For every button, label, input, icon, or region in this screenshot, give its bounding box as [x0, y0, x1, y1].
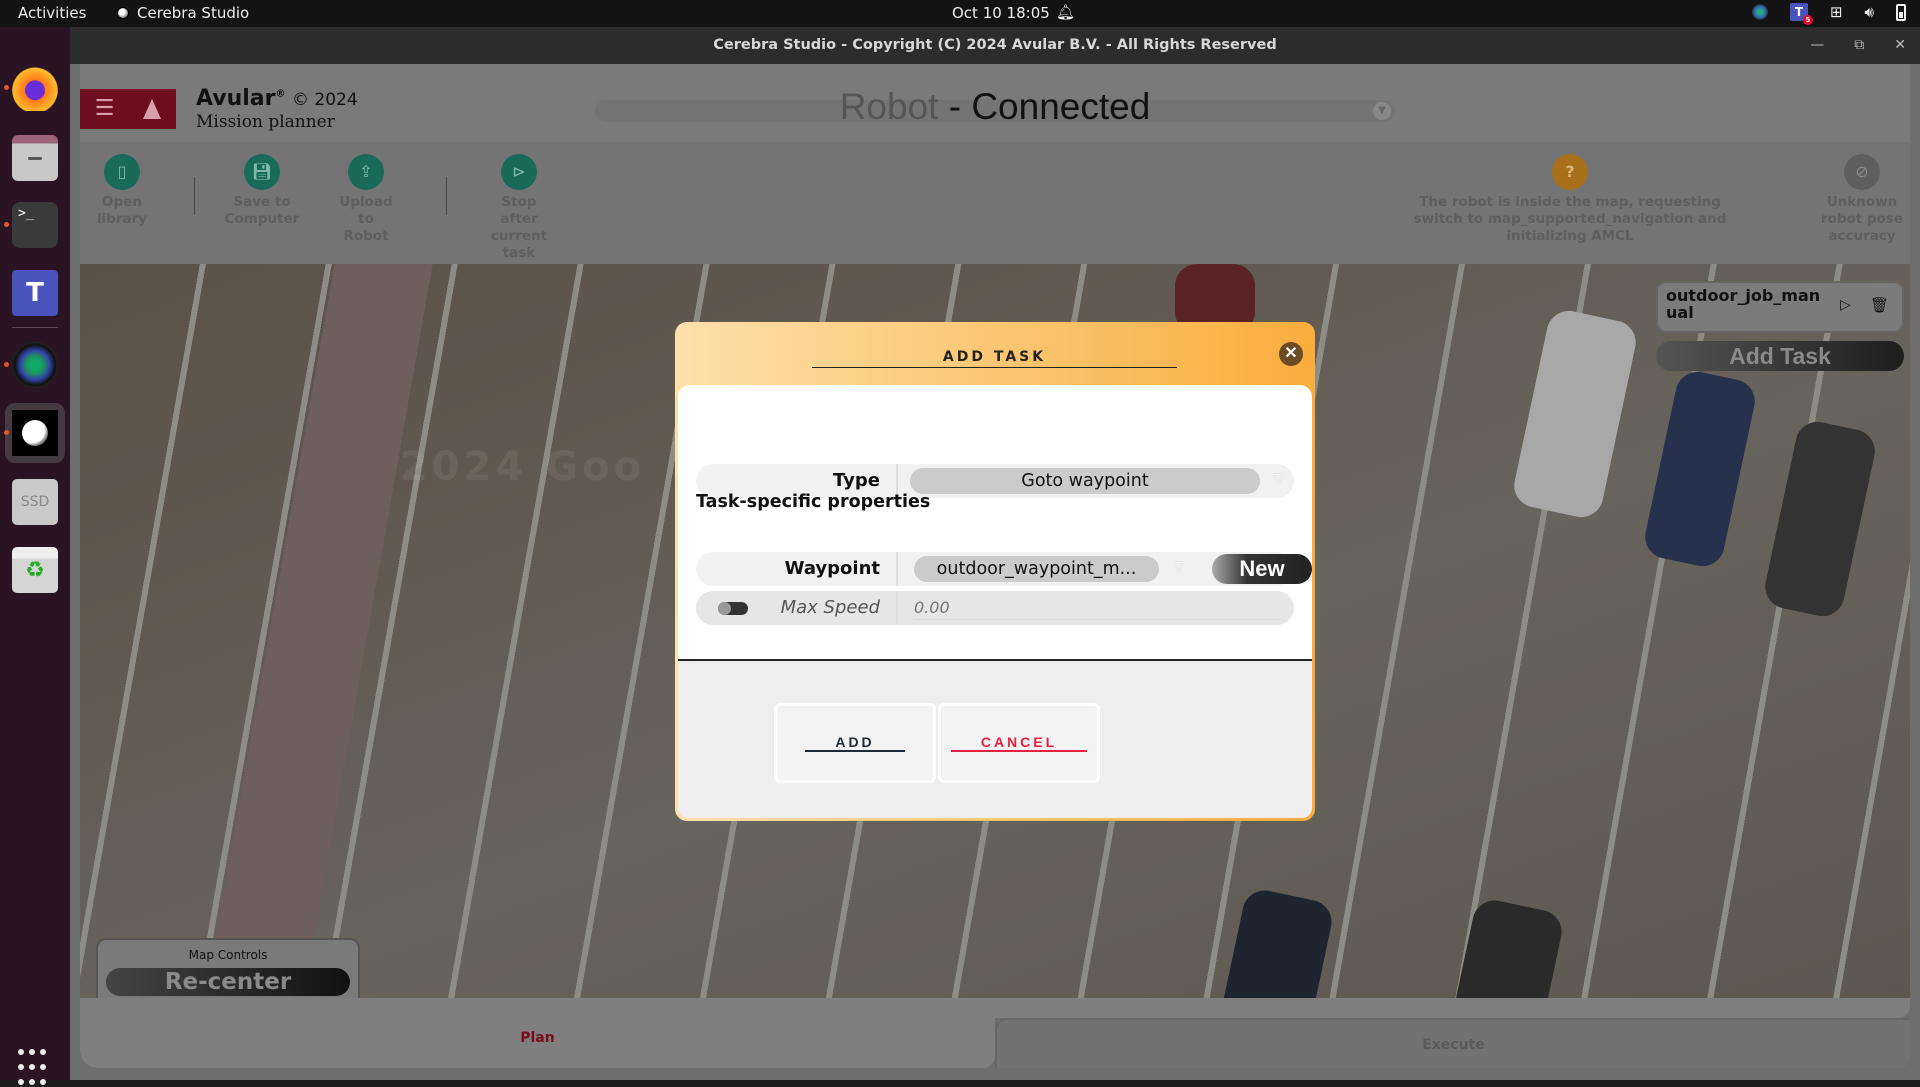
add-button[interactable]: ADD: [774, 703, 936, 783]
recenter-button[interactable]: Re-center: [106, 968, 350, 996]
cancel-button[interactable]: CANCEL: [938, 703, 1100, 783]
dock-trash-icon[interactable]: ♻: [12, 547, 58, 593]
dialog-footer: ADD CANCEL: [678, 659, 1312, 818]
minimize-icon[interactable]: —: [1810, 27, 1824, 64]
app-header: ☰ Avular® © 2024 Mission planner ▼ Robot…: [80, 64, 1910, 142]
dock-files-icon[interactable]: [12, 135, 58, 181]
play-icon[interactable]: ▷: [1840, 297, 1851, 313]
book-icon: ▯: [104, 154, 140, 190]
robot-label: Robot: [839, 86, 939, 127]
dock: >_ T SSD ♻: [0, 27, 70, 1085]
running-indicator: [4, 222, 9, 227]
dock-ssd-drive-icon[interactable]: SSD: [12, 479, 58, 525]
mode-tabs: Plan Execute: [80, 998, 1910, 1068]
save-to-computer-button[interactable]: 💾︎ Save to Computer: [202, 154, 322, 228]
close-icon[interactable]: ✕: [1279, 342, 1303, 366]
toolbar: ▯ Open library 💾︎ Save to Computer ⇪ Upl…: [80, 142, 1910, 264]
dock-cerebra-studio-icon[interactable]: [4, 410, 58, 456]
cerebra-app-icon: [117, 7, 129, 19]
question-mark-icon: ?: [1552, 154, 1588, 190]
navigation-status: ? The robot is inside the map, requestin…: [1410, 154, 1730, 245]
car: [1444, 896, 1566, 998]
tab-plan[interactable]: Plan: [80, 998, 995, 1068]
robot-connection-title: Robot - Connected: [80, 86, 1910, 128]
tab-execute[interactable]: Execute: [995, 1018, 1910, 1068]
upload-to-robot-button[interactable]: ⇪ Upload to Robot: [306, 154, 426, 245]
add-task-button[interactable]: Add Task: [1656, 341, 1904, 371]
notification-bell-icon[interactable]: 🔔︎: [1056, 3, 1075, 21]
new-waypoint-button[interactable]: New: [1212, 554, 1312, 584]
clock[interactable]: Oct 10 18:05: [952, 4, 1050, 22]
car: [1214, 886, 1336, 998]
type-select[interactable]: Goto waypoint: [910, 468, 1260, 494]
running-indicator: [4, 430, 9, 435]
dock-separator: [12, 327, 58, 328]
toolbar-divider: [194, 177, 195, 215]
job-name: outdoor_job_manual: [1666, 286, 1821, 322]
car: [1761, 417, 1879, 621]
running-indicator: [4, 85, 9, 90]
tab-strip-background: [995, 998, 1910, 1018]
dock-firefox-icon[interactable]: [4, 65, 58, 111]
volume-icon[interactable]: 🔊︎: [1865, 3, 1874, 21]
max-speed-label: Max Speed: [696, 591, 898, 625]
dock-terminal-icon[interactable]: >_: [4, 202, 58, 248]
waypoint-row: Waypoint outdoor_waypoint_m... ▽ New: [696, 552, 1312, 586]
car: [1510, 306, 1640, 522]
delete-list-icon[interactable]: 🗑︎: [1870, 296, 1889, 314]
upload-icon: ⇪: [348, 154, 384, 190]
teams-badge: 5: [1802, 15, 1813, 25]
stop-after-task-button[interactable]: ⊳ Stop after current task: [459, 154, 579, 262]
dropdown-triangle-icon[interactable]: ▽: [1173, 559, 1184, 575]
maximize-icon[interactable]: ⧉: [1854, 27, 1864, 64]
dropdown-triangle-icon[interactable]: ▽: [1273, 471, 1284, 487]
dialog-title: ADD TASK: [812, 342, 1177, 368]
activities-button[interactable]: Activities: [18, 4, 86, 22]
camera-tray-icon[interactable]: [1751, 4, 1768, 20]
add-task-dialog: ADD TASK ✕ Type Goto waypoint ▽ Task-spe…: [675, 322, 1315, 821]
window-title: Cerebra Studio - Copyright (C) 2024 Avul…: [713, 37, 1277, 53]
close-window-icon[interactable]: ✕: [1894, 27, 1906, 64]
section-title: Task-specific properties: [696, 492, 931, 512]
map-controls-title: Map Controls: [188, 948, 268, 962]
car: [1641, 367, 1759, 571]
running-indicator: [4, 362, 9, 367]
max-speed-row: Max Speed: [696, 591, 1294, 625]
battery-icon[interactable]: [1896, 3, 1906, 21]
teams-tray-icon[interactable]: T5: [1789, 3, 1813, 25]
stop-send-icon: ⊳: [501, 154, 537, 190]
pose-accuracy-status: ⊘ Unknown robot pose accuracy: [1820, 154, 1904, 245]
active-app-name: Cerebra Studio: [137, 4, 250, 22]
window-title-bar: Cerebra Studio - Copyright (C) 2024 Avul…: [70, 27, 1920, 64]
waypoint-select[interactable]: outdoor_waypoint_m...: [914, 556, 1159, 582]
dock-camera-icon[interactable]: [4, 342, 58, 388]
location-off-icon: ⊘: [1844, 154, 1880, 190]
dialog-body: Type Goto waypoint ▽ Task-specific prope…: [678, 385, 1312, 659]
open-library-button[interactable]: ▯ Open library: [62, 154, 182, 228]
floppy-disk-icon: 💾︎: [244, 154, 280, 190]
system-top-bar: Activities Cerebra Studio Oct 10 18:05 🔔…: [0, 0, 1920, 27]
network-icon[interactable]: ⊞: [1830, 3, 1843, 21]
dock-teams-icon[interactable]: T: [12, 270, 58, 316]
max-speed-input[interactable]: [914, 596, 1279, 620]
map-watermark: 2024 Goo: [400, 444, 646, 490]
toolbar-divider: [446, 177, 447, 215]
system-tray: T5 ⊞ 🔊︎: [1751, 3, 1906, 25]
map-controls-panel: Map Controls Re-center Change location: [96, 938, 360, 998]
show-apps-grid-icon[interactable]: [12, 1047, 52, 1087]
robot-status: - Connected: [938, 86, 1151, 127]
active-app-menu[interactable]: Cerebra Studio: [117, 4, 249, 22]
job-card[interactable]: outdoor_job_manual ▷ 🗑︎: [1656, 281, 1904, 333]
waypoint-label: Waypoint: [696, 552, 898, 586]
